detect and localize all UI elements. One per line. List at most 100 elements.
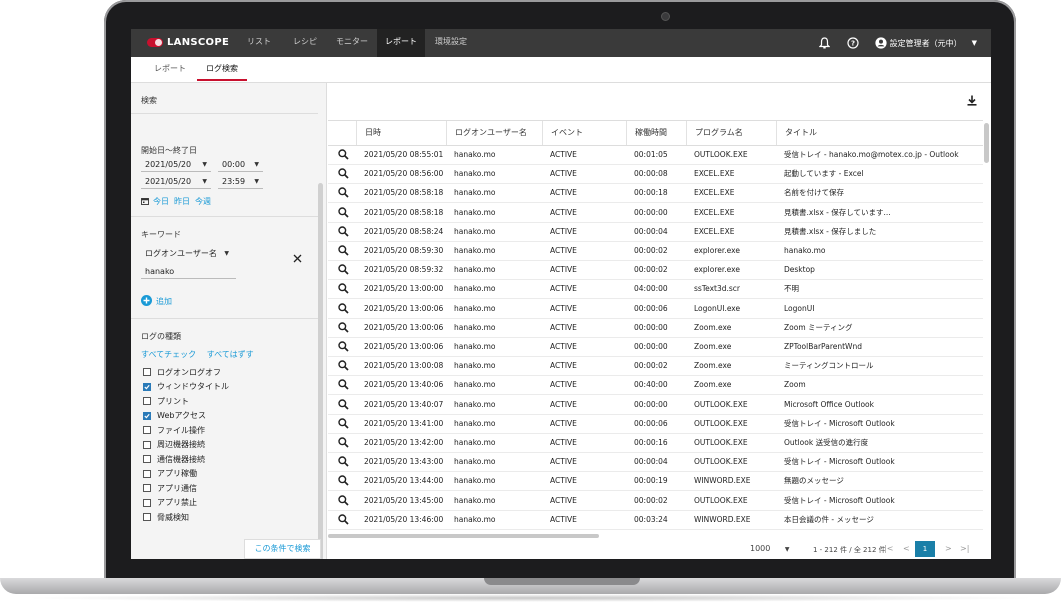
prev-page-icon[interactable]: < [903, 544, 910, 553]
header-cell[interactable]: ログオンユーザー名 [446, 121, 542, 145]
search-icon[interactable] [338, 398, 349, 412]
table-row[interactable]: 2021/05/20 08:58:18 hanako.mo ACTIVE 00:00:… [328, 183, 983, 204]
header-cell[interactable]: 日時 [356, 121, 437, 145]
search-icon[interactable] [338, 418, 349, 431]
page-size-select[interactable]: 1000 ▼ [750, 544, 790, 553]
check-all-link[interactable]: すべてチェック [141, 350, 196, 359]
search-icon[interactable] [338, 206, 349, 220]
checkbox-unchecked-icon[interactable] [143, 426, 151, 434]
header-cell[interactable]: イベント [542, 121, 626, 145]
search-icon[interactable] [338, 341, 349, 354]
log-type-checkbox-row[interactable]: アプリ通信 [143, 482, 197, 494]
end-time-select[interactable]: 23:59 ▼ [218, 175, 263, 189]
table-row[interactable]: 2021/05/20 13:42:00 hanako.mo ACTIVE 00:00:… [328, 433, 983, 453]
table-row[interactable]: 2021/05/20 13:44:00 hanako.mo ACTIVE 00:00:… [328, 471, 983, 492]
this-week-link[interactable]: 今週 [195, 196, 211, 207]
keyword-field-select[interactable]: ログオンユーザー名 ▼ [141, 247, 233, 261]
checkbox-unchecked-icon[interactable] [143, 498, 151, 507]
search-icon[interactable] [338, 149, 349, 162]
table-row[interactable]: 2021/05/20 13:40:07 hanako.mo ACTIVE 00:00:… [328, 395, 983, 415]
end-date-select[interactable]: 2021/05/20 ▼ [141, 175, 211, 189]
search-icon[interactable] [338, 456, 349, 469]
search-icon[interactable] [338, 437, 349, 450]
user-menu-chevron-icon[interactable]: ▼ [972, 39, 977, 47]
search-icon[interactable] [338, 283, 349, 296]
nav-item-settings[interactable]: 環境設定 [427, 29, 475, 57]
bell-icon[interactable] [818, 36, 832, 50]
checkbox-unchecked-icon[interactable] [143, 513, 151, 521]
user-name[interactable]: 設定管理者（元中） [890, 38, 962, 49]
checkbox-checked-icon[interactable] [143, 411, 151, 420]
checkbox-checked-icon[interactable] [143, 382, 151, 391]
checkbox-unchecked-icon[interactable] [143, 484, 151, 492]
checkbox-unchecked-icon[interactable] [143, 455, 151, 463]
table-row[interactable]: 2021/05/20 08:55:01 hanako.mo ACTIVE 00:01:… [328, 145, 983, 165]
table-row[interactable]: 2021/05/20 08:56:00 hanako.mo ACTIVE 00:00:… [328, 164, 983, 185]
log-type-checkbox-row[interactable]: 通信機器接続 [143, 453, 205, 465]
table-row[interactable]: 2021/05/20 13:00:08 hanako.mo ACTIVE 00:00:… [328, 356, 983, 377]
header-cell[interactable]: タイトル [776, 121, 983, 145]
table-row[interactable]: 2021/05/20 13:41:00 hanako.mo ACTIVE 00:00:… [328, 414, 983, 434]
search-icon[interactable] [338, 226, 349, 239]
download-icon[interactable] [967, 95, 977, 108]
current-page-button[interactable]: 1 [915, 541, 935, 557]
search-icon[interactable] [338, 475, 349, 488]
log-type-checkbox-row[interactable]: アプリ稼働 [143, 468, 197, 480]
add-keyword-button[interactable]: 追加 [141, 295, 172, 308]
table-row[interactable]: 2021/05/20 08:58:24 hanako.mo ACTIVE 00:00:… [328, 222, 983, 242]
checkbox-unchecked-icon[interactable] [143, 469, 151, 478]
help-icon[interactable]: ? [846, 36, 860, 50]
search-icon[interactable] [338, 264, 349, 277]
log-type-checkbox-row[interactable]: アプリ禁止 [143, 497, 197, 509]
yesterday-link[interactable]: 昨日 [174, 196, 190, 207]
table-row[interactable]: 2021/05/20 08:59:30 hanako.mo ACTIVE 00:00:… [328, 241, 983, 261]
keyword-input[interactable]: hanako [141, 265, 236, 279]
remove-keyword-close-icon[interactable] [293, 254, 302, 265]
checkbox-unchecked-icon[interactable] [143, 397, 151, 405]
tab-report[interactable]: レポート [147, 57, 193, 81]
today-link[interactable]: 今日 [153, 196, 169, 207]
header-cell[interactable]: プログラム名 [686, 121, 776, 145]
nav-item-recipe[interactable]: レシピ [283, 29, 327, 57]
search-icon[interactable] [338, 360, 349, 373]
checkbox-unchecked-icon[interactable] [143, 368, 151, 376]
search-icon[interactable] [338, 494, 349, 508]
search-icon[interactable] [338, 245, 349, 258]
log-type-checkbox-row[interactable]: Webアクセス [143, 410, 206, 422]
search-icon[interactable] [338, 168, 349, 181]
search-icon[interactable] [338, 302, 349, 316]
table-vertical-scrollbar[interactable] [984, 123, 989, 163]
start-time-select[interactable]: 00:00 ▼ [218, 158, 263, 172]
table-row[interactable]: 2021/05/20 13:40:06 hanako.mo ACTIVE 00:40:… [328, 375, 983, 396]
table-row[interactable]: 2021/05/20 13:46:00 hanako.mo ACTIVE 00:03:… [328, 510, 983, 530]
log-type-checkbox-row[interactable]: ウィンドウタイトル [143, 381, 229, 393]
tab-log-search[interactable]: ログ検索 [197, 57, 247, 81]
log-type-checkbox-row[interactable]: 周辺機器接続 [143, 439, 205, 451]
logo[interactable]: LANSCOPE [147, 37, 229, 48]
search-button[interactable]: この条件で検索 [244, 539, 321, 559]
table-row[interactable]: 2021/05/20 13:43:00 hanako.mo ACTIVE 00:00:… [328, 452, 983, 473]
table-row[interactable]: 2021/05/20 13:45:00 hanako.mo ACTIVE 00:00:… [328, 491, 983, 511]
search-icon[interactable] [338, 379, 349, 392]
nav-item-report[interactable]: レポート [377, 29, 425, 57]
search-icon[interactable] [338, 514, 349, 527]
last-page-icon[interactable]: >| [960, 544, 969, 553]
table-row[interactable]: 2021/05/20 13:00:06 hanako.mo ACTIVE 00:00:… [328, 318, 983, 338]
panel-scrollbar[interactable] [318, 183, 323, 559]
first-page-icon[interactable]: |< [884, 544, 893, 553]
table-horizontal-scrollbar[interactable] [328, 534, 599, 538]
uncheck-all-link[interactable]: すべてはずす [207, 350, 254, 359]
search-icon[interactable] [338, 322, 349, 335]
checkbox-unchecked-icon[interactable] [143, 440, 151, 449]
table-row[interactable]: 2021/05/20 08:59:32 hanako.mo ACTIVE 00:00:… [328, 260, 983, 281]
table-row[interactable]: 2021/05/20 13:00:06 hanako.mo ACTIVE 00:00:… [328, 299, 983, 319]
table-row[interactable]: 2021/05/20 13:00:00 hanako.mo ACTIVE 04:00:… [328, 279, 983, 300]
nav-item-list[interactable]: リスト [237, 29, 281, 57]
table-row[interactable]: 2021/05/20 08:58:18 hanako.mo ACTIVE 00:00:… [328, 203, 983, 223]
search-icon[interactable] [338, 187, 349, 200]
log-type-checkbox-row[interactable]: 脅威検知 [143, 511, 189, 523]
next-page-icon[interactable]: > [945, 544, 952, 553]
user-icon[interactable] [874, 36, 888, 50]
table-row[interactable]: 2021/05/20 13:00:06 hanako.mo ACTIVE 00:00:… [328, 337, 983, 357]
nav-item-monitor[interactable]: モニター [329, 29, 375, 57]
